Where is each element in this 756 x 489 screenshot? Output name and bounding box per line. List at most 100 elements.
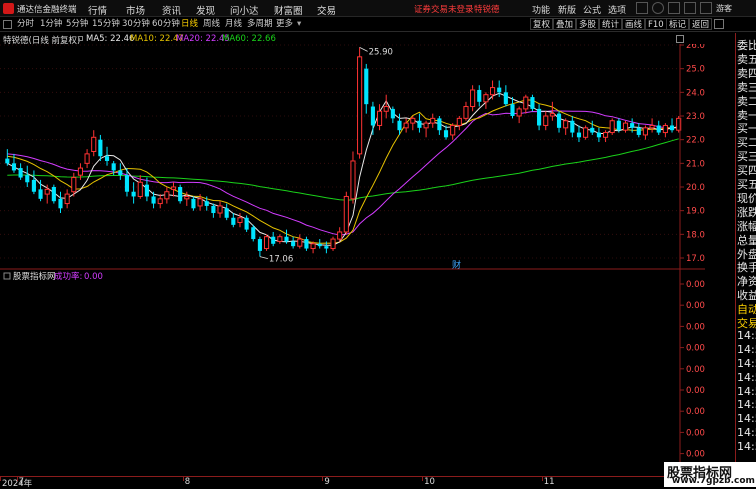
message-icon[interactable]: [668, 2, 680, 14]
tool-adjust[interactable]: 复权: [530, 18, 554, 30]
period-1min[interactable]: 1分钟: [40, 18, 62, 30]
candle-up: [343, 195, 349, 233]
candle-up: [602, 132, 609, 138]
settings-icon[interactable]: [636, 2, 648, 14]
candle-down: [503, 92, 508, 105]
indicator-title: 股票指标网: [13, 271, 56, 282]
chevron-down-icon[interactable]: ▾: [297, 18, 301, 30]
tool-f10[interactable]: F10: [645, 18, 667, 30]
candle-down: [18, 168, 23, 178]
menu-functions[interactable]: 功能: [532, 3, 550, 16]
app-title: 通达信金融终端: [17, 5, 77, 15]
period-multi[interactable]: 多周期: [247, 18, 273, 30]
tool-mark[interactable]: 标记: [666, 18, 690, 30]
candle-up: [549, 113, 555, 117]
low-price-label: 17.06: [269, 255, 293, 265]
menu-market[interactable]: 市场: [126, 3, 145, 17]
tool-overlay[interactable]: 叠加: [553, 18, 577, 30]
side-panel-item: 14:56: [737, 370, 756, 384]
candle-up: [84, 153, 90, 164]
date-label: 11: [543, 477, 555, 487]
menu-discover[interactable]: 发现: [196, 3, 215, 17]
maximize-chart-icon[interactable]: [676, 35, 684, 43]
candle-up: [91, 136, 97, 153]
candle-down: [231, 217, 236, 225]
date-tick: [16, 477, 18, 481]
menu-news[interactable]: 资讯: [162, 3, 181, 17]
side-panel-item: 14:56: [737, 356, 756, 370]
skin-icon[interactable]: [700, 2, 712, 14]
tool-multi-stock[interactable]: 多股: [576, 18, 600, 30]
candle-down: [224, 208, 229, 218]
period-60min[interactable]: 60分钟: [152, 18, 180, 30]
tool-draw-line[interactable]: 画线: [622, 18, 646, 30]
tool-statistics[interactable]: 统计: [599, 18, 623, 30]
candle-down: [537, 108, 542, 126]
period-5min[interactable]: 5分钟: [66, 18, 88, 30]
app-logo-icon: [3, 3, 14, 14]
indicator-tick-label: 0.00: [686, 301, 705, 311]
candle-down: [497, 87, 502, 93]
candle-up: [410, 117, 416, 124]
candle-up: [64, 193, 70, 205]
menu-trade[interactable]: 交易: [317, 3, 336, 17]
candle-down: [5, 158, 10, 164]
period-daily[interactable]: 日线: [181, 18, 198, 30]
candle-up: [583, 127, 589, 138]
guest-label[interactable]: 游客: [716, 3, 732, 14]
candle-down: [510, 104, 515, 116]
period-15min[interactable]: 15分钟: [92, 18, 120, 30]
candle-up: [310, 243, 316, 250]
layout-icon[interactable]: [714, 19, 724, 29]
indicator-tick-label: 0.00: [686, 322, 705, 332]
help-icon[interactable]: [684, 2, 696, 14]
side-panel-item: 14:56: [737, 398, 756, 412]
indicator-tick-label: 0.00: [686, 344, 705, 354]
menu-market-quotes[interactable]: 行情: [88, 3, 107, 17]
expand-icon[interactable]: [78, 36, 83, 41]
date-axis: 2024年789101112: [0, 476, 756, 489]
indicator-tick-label: 0.00: [686, 365, 705, 375]
price-tick-label: 21.00: [686, 159, 705, 169]
finance-marker: 财: [452, 259, 461, 271]
price-tick-label: 23.00: [686, 112, 705, 122]
candle-down: [131, 191, 136, 197]
candle-down: [530, 97, 535, 109]
candle-up: [44, 188, 50, 195]
menu-new-version[interactable]: 新版: [558, 3, 576, 16]
candle-down: [364, 68, 369, 105]
period-30min[interactable]: 30分钟: [122, 18, 150, 30]
candle-down: [397, 120, 402, 131]
menu-wealth-circle[interactable]: 财富圈: [274, 3, 303, 17]
menu-ask-xiaoda[interactable]: 问小达: [230, 3, 259, 17]
indicator-tick-label: 0.00: [686, 407, 705, 417]
candle-up: [523, 96, 529, 110]
period-timeshare[interactable]: 分时: [17, 18, 34, 30]
candle-up: [470, 89, 476, 108]
period-weekly[interactable]: 周线: [203, 18, 220, 30]
login-notice[interactable]: 证券交易未登录: [414, 3, 474, 15]
candle-up: [337, 231, 343, 240]
candle-up: [137, 181, 143, 197]
candle-down: [124, 175, 130, 192]
period-more[interactable]: 更多: [276, 18, 293, 30]
title-bar: 通达信金融终端 行情 市场 资讯 发现 问小达 财富圈 交易 证券交易未登录 特…: [0, 0, 756, 17]
toggle-panel-icon[interactable]: [3, 20, 12, 29]
side-panel-item: 14:56: [737, 342, 756, 356]
menu-formula[interactable]: 公式: [583, 3, 601, 16]
candle-up: [357, 56, 363, 155]
candle-down: [417, 120, 422, 128]
menu-options[interactable]: 选项: [608, 3, 626, 16]
side-panel-item: 14:56: [737, 328, 756, 342]
tool-back[interactable]: 返回: [689, 18, 713, 30]
candle-down: [58, 198, 63, 209]
candle-down: [370, 106, 375, 126]
candle-up: [450, 124, 456, 136]
user-icon[interactable]: [652, 2, 664, 14]
date-tick: [541, 477, 543, 481]
price-tick-label: 18.00: [686, 230, 705, 240]
kline-chart[interactable]: 26.00 25.00 24.00 23.00 22.00 21.00 20.00 19.00…: [0, 44, 705, 476]
candle-down: [118, 170, 123, 176]
period-monthly[interactable]: 月线: [225, 18, 242, 30]
candle-down: [570, 120, 575, 133]
